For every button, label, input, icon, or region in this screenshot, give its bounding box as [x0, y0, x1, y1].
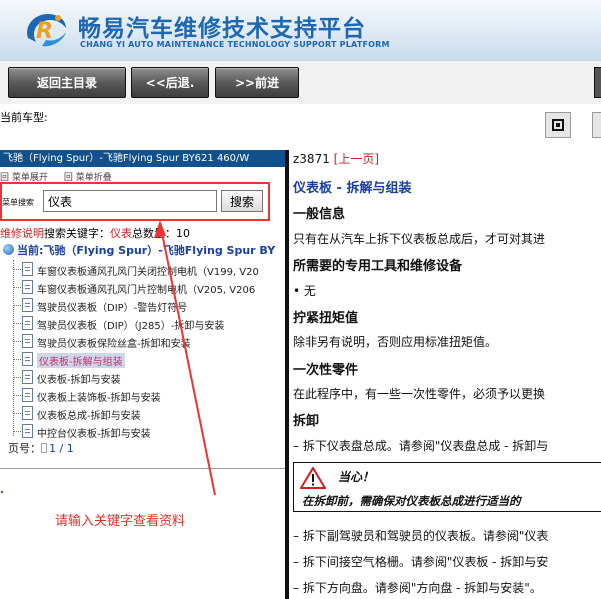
pager-box-icon — [41, 443, 47, 453]
tree-item-label[interactable]: 仪表板-拆卸与安装 — [37, 371, 121, 386]
tree-item[interactable]: 仪表板-拆卸与安装 — [13, 368, 285, 386]
tree-connector — [13, 305, 21, 306]
document-icon — [22, 388, 33, 402]
panel-separator — [0, 468, 285, 469]
document-icon — [22, 262, 33, 276]
link-dot[interactable] — [1, 491, 3, 493]
tree-item[interactable]: 仪表板总成-拆卸与安装 — [13, 404, 285, 422]
svg-text:R: R — [36, 19, 53, 44]
document-icon — [22, 334, 33, 348]
document-icon — [22, 406, 33, 420]
tree-connector — [13, 395, 21, 396]
tree-item-label[interactable]: 驾驶员仪表板保险丝盒-拆卸和安装 — [37, 335, 191, 350]
document-icon — [22, 316, 33, 330]
search-result-summary: 维修说明搜索关键字：仪表总数量：10 — [0, 227, 190, 240]
left-panel: 飞驰（Flying Spur）-飞驰Flying Spur BY621 460/… — [0, 150, 285, 599]
caution-title: 当心！ — [338, 470, 375, 484]
doc-code: z3871 — [293, 152, 330, 166]
section-onetime-heading: 一次性零件 — [293, 363, 359, 378]
section-torque-heading: 拧紧扭矩值 — [293, 311, 359, 326]
tree-item[interactable]: 驾驶员仪表板（DIP）（J285）-拆卸与安装 — [13, 314, 285, 332]
document-icon — [22, 352, 33, 366]
tree-item-label[interactable]: 车窗仪表板通风孔风门片控制电机（V205, V206 — [37, 281, 255, 296]
document-icon — [22, 280, 33, 294]
tree-connector — [13, 287, 21, 288]
tools-item: • 无 — [293, 284, 316, 298]
removal-step-2: – 拆下副驾驶员和驾驶员的仪表板。请参阅"仪表 — [293, 529, 549, 543]
search-label: 菜单搜索 — [2, 198, 34, 207]
toggle-panel-button[interactable] — [545, 112, 571, 138]
tree-connector — [13, 323, 21, 324]
tree-item-label[interactable]: 驾驶员仪表板（DIP）-警告灯符号 — [37, 299, 187, 314]
current-model-label: 当前车型: — [0, 111, 48, 124]
section-tools-heading: 所需要的专用工具和维修设备 — [293, 259, 463, 274]
tree-item[interactable]: 仪表板-拆解与组装 — [13, 350, 285, 368]
tree-item-label[interactable]: 驾驶员仪表板（DIP）（J285）-拆卸与安装 — [37, 317, 224, 332]
tree-connector — [13, 413, 21, 414]
page-number[interactable]: 1 / 1 — [49, 442, 74, 455]
current-model-row: 当前车型: — [0, 104, 601, 150]
tree-connector — [13, 359, 21, 360]
annotation-text: 请输入关键字查看资料 — [55, 514, 186, 529]
document-icon — [22, 424, 33, 438]
tree-item[interactable]: 车窗仪表板通风孔风门关闭控制电机（V199, V20 — [13, 260, 285, 278]
document-icon — [22, 298, 33, 312]
tree-item-label[interactable]: 仪表板-拆解与组装 — [37, 353, 125, 368]
current-path: 当前:飞驰（Flying Spur）-飞驰Flying Spur BY — [3, 242, 275, 258]
forward-button[interactable]: >>前进 — [215, 67, 299, 98]
tree-item-label[interactable]: 仪表板上装饰板-拆卸与安装 — [37, 389, 161, 404]
tree-item-label[interactable]: 车窗仪表板通风孔风门关闭控制电机（V199, V20 — [37, 263, 259, 278]
tree-item[interactable]: 中控台仪表板-拆卸与安装 — [13, 422, 285, 440]
menu-collapse-link[interactable]: 回 菜单折叠 — [64, 173, 120, 183]
search-row: 菜单搜索 搜索 — [0, 186, 285, 216]
header-banner: R 畅易汽车维修技术支持平台 CHANG YI AUTO MAINTENANCE… — [0, 0, 601, 60]
brand-logo-icon: R — [27, 14, 66, 47]
section-removal-heading: 拆卸 — [293, 414, 320, 429]
content-panel: z3871 [上一页] 仪表板 - 拆解与组装 一般信息 只有在从汽车上拆下仪表… — [289, 150, 601, 599]
model-title-bar: 飞驰（Flying Spur）-飞驰Flying Spur BY621 460/… — [0, 150, 285, 167]
current-node-icon — [3, 244, 14, 255]
nav-toolbar: 返回主目录 <<后退. >>前进 — [0, 60, 601, 104]
tree-connector — [13, 377, 21, 378]
tree-connector — [13, 431, 21, 432]
removal-step-3: – 拆下间接空气格栅。请参阅"仪表板 - 拆卸与安 — [293, 555, 549, 569]
search-button[interactable]: 搜索 — [221, 190, 263, 212]
tree-item[interactable]: 车窗仪表板通风孔风门片控制电机（V205, V206 — [13, 278, 285, 296]
search-input[interactable] — [43, 190, 217, 212]
tree-item[interactable]: 仪表板上装饰板-拆卸与安装 — [13, 386, 285, 404]
pager: 页号： 1 / 1 — [8, 442, 74, 455]
app-window: R 畅易汽车维修技术支持平台 CHANG YI AUTO MAINTENANCE… — [0, 0, 601, 599]
tool-button-partial[interactable] — [592, 112, 601, 138]
removal-step-1: – 拆下仪表盘总成。请参阅"仪表盘总成 - 拆卸与 — [293, 439, 549, 453]
doc-header: z3871 [上一页] — [293, 150, 379, 167]
caution-box: 当心！ 在拆卸前，需确保对仪表板总成进行适当的 — [293, 462, 601, 512]
home-button[interactable]: 返回主目录 — [8, 67, 126, 98]
menu-controls: 回 菜单展开回 菜单折叠 — [0, 170, 128, 183]
removal-step-4: – 拆下方向盘。请参阅"方向盘 - 拆卸与安装"。 — [293, 581, 542, 595]
section-onetime-text: 在此程序中，有一些一次性零件，必须予以更换 — [293, 387, 546, 401]
caution-text: 在拆卸前，需确保对仪表板总成进行适当的 — [302, 494, 521, 508]
tree-item-label[interactable]: 仪表板总成-拆卸与安装 — [37, 407, 141, 422]
tree-item-label[interactable]: 中控台仪表板-拆卸与安装 — [37, 425, 151, 440]
section-torque-text: 除非另有说明，否则应用标准扭矩值。 — [293, 335, 498, 349]
document-icon — [22, 370, 33, 384]
app-title: 畅易汽车维修技术支持平台 — [78, 16, 366, 42]
app-subtitle: CHANG YI AUTO MAINTENANCE TECHNOLOGY SUP… — [80, 40, 390, 49]
back-button[interactable]: <<后退. — [131, 67, 209, 98]
prev-page-link[interactable]: [上一页] — [334, 152, 379, 166]
tree-connector — [13, 269, 21, 270]
panel-toggle-icon — [552, 119, 564, 131]
tree-connector — [13, 341, 21, 342]
tree-item[interactable]: 驾驶员仪表板（DIP）-警告灯符号 — [13, 296, 285, 314]
doc-title: 仪表板 - 拆解与组装 — [293, 181, 412, 196]
section-general-text: 只有在从汽车上拆下仪表板总成后，才可对其进 — [293, 232, 546, 246]
nav-button-partial[interactable] — [594, 67, 601, 98]
menu-expand-link[interactable]: 回 菜单展开 — [0, 173, 56, 183]
warning-icon — [300, 467, 326, 489]
section-general-heading: 一般信息 — [293, 207, 346, 222]
tree-item[interactable]: 驾驶员仪表板保险丝盒-拆卸和安装 — [13, 332, 285, 350]
